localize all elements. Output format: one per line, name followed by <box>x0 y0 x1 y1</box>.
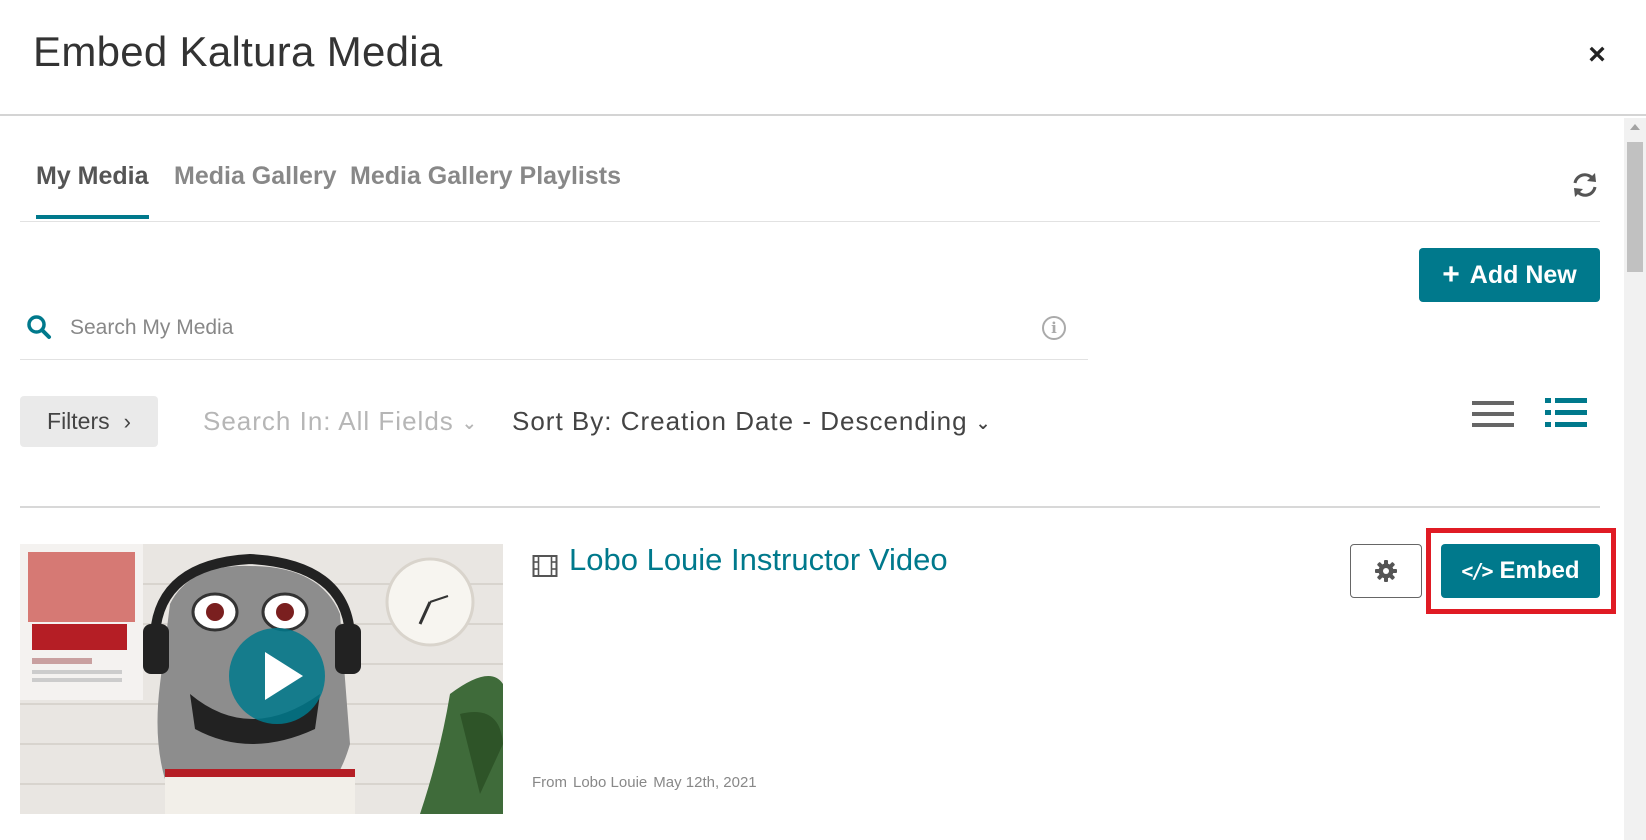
search-bar: i <box>20 300 1088 360</box>
filters-button[interactable]: Filters › <box>20 396 158 447</box>
scroll-up-arrow-icon[interactable] <box>1630 124 1640 130</box>
filters-label: Filters <box>47 408 110 434</box>
media-meta: From Lobo Louie May 12th, 2021 <box>532 774 763 791</box>
plus-icon: + <box>1442 258 1460 291</box>
chevron-down-icon: ⌄ <box>461 412 478 433</box>
code-icon: </> <box>1461 559 1493 583</box>
sort-by-dropdown[interactable]: Sort By: Creation Date - Descending ⌄ <box>512 406 992 437</box>
modal-header: Embed Kaltura Media × <box>0 0 1646 116</box>
sort-by-label: Sort By: Creation Date - Descending <box>512 406 968 436</box>
tab-media-gallery[interactable]: Media Gallery <box>174 162 337 215</box>
vertical-scrollbar[interactable] <box>1624 118 1646 840</box>
chevron-right-icon: › <box>123 408 131 434</box>
search-in-label: Search In: All Fields <box>203 406 454 436</box>
embed-button[interactable]: </> Embed <box>1441 544 1600 598</box>
close-icon[interactable]: × <box>1582 40 1612 70</box>
embed-label: Embed <box>1499 557 1580 584</box>
play-button[interactable] <box>229 628 325 724</box>
play-icon <box>265 652 303 700</box>
tab-my-media[interactable]: My Media <box>36 162 149 219</box>
media-author[interactable]: Lobo Louie <box>573 774 647 791</box>
settings-button[interactable] <box>1350 544 1422 598</box>
add-new-label: Add New <box>1469 260 1577 289</box>
refresh-icon[interactable] <box>1570 170 1600 200</box>
list-view-icon[interactable] <box>1472 398 1514 430</box>
modal-title: Embed Kaltura Media <box>33 28 443 75</box>
chevron-down-icon: ⌄ <box>975 412 992 433</box>
scroll-thumb[interactable] <box>1627 142 1643 272</box>
video-film-icon <box>532 555 558 577</box>
tab-media-gallery-playlists[interactable]: Media Gallery Playlists <box>350 162 621 215</box>
media-tabs: My Media Media Gallery Media Gallery Pla… <box>20 150 1600 222</box>
search-input[interactable] <box>70 310 970 346</box>
search-in-dropdown[interactable]: Search In: All Fields ⌄ <box>203 406 478 437</box>
search-icon <box>27 315 51 339</box>
add-new-button[interactable]: + Add New <box>1419 248 1600 302</box>
detailed-view-icon[interactable] <box>1545 396 1587 430</box>
results-divider <box>20 506 1600 508</box>
media-date: May 12th, 2021 <box>653 774 757 791</box>
info-icon[interactable]: i <box>1042 316 1066 340</box>
media-thumbnail[interactable] <box>20 544 503 814</box>
media-title-link[interactable]: Lobo Louie Instructor Video <box>569 542 948 578</box>
gear-icon <box>1375 560 1397 582</box>
media-from-label: From <box>532 774 567 791</box>
